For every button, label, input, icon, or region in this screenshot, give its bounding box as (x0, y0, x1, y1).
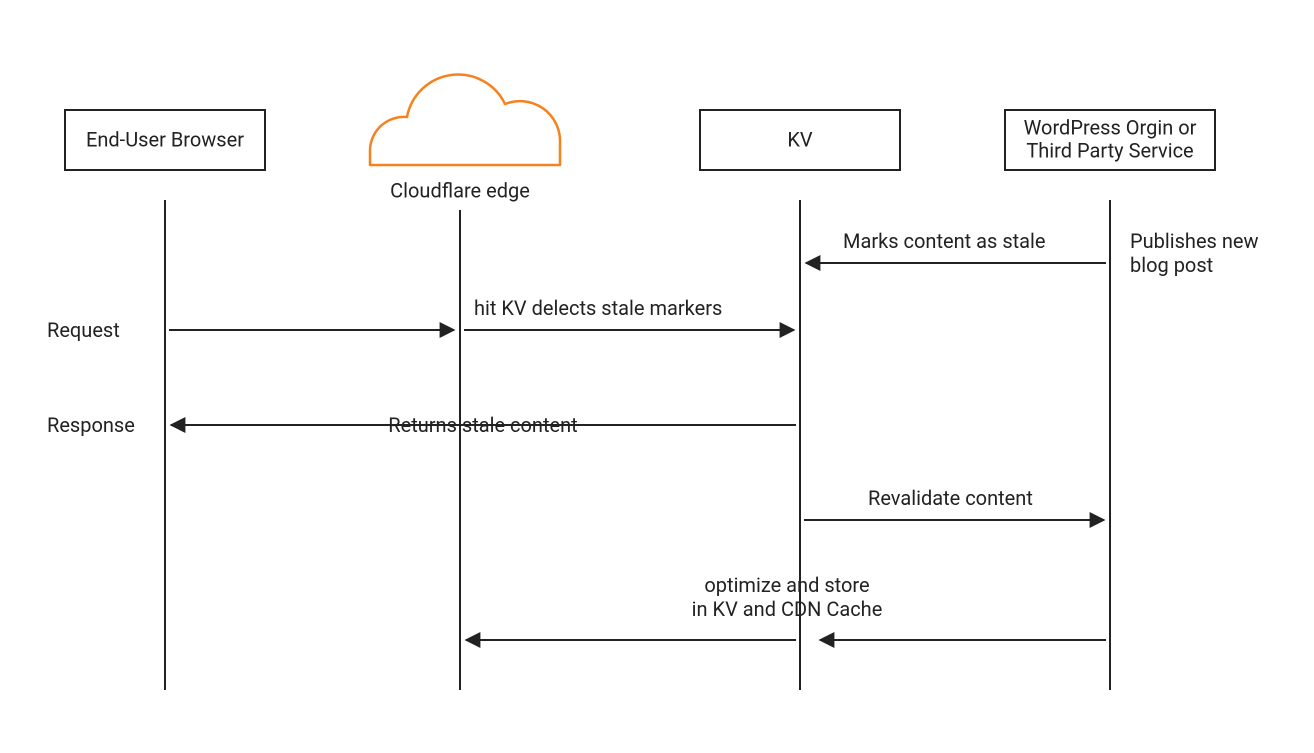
message-marks-stale: Marks content as stale Publishes new blo… (806, 229, 1259, 277)
participant-edge: Cloudflare edge (370, 75, 560, 690)
message-marks-stale-label: Marks content as stale (843, 229, 1046, 253)
participant-origin: WordPress Orgin or Third Party Service (1005, 110, 1215, 690)
participant-kv-label: KV (787, 127, 813, 151)
participant-origin-label-l2: Third Party Service (1026, 138, 1193, 162)
participant-browser: End-User Browser (65, 110, 265, 690)
message-revalidate: Revalidate content (804, 486, 1104, 520)
message-hit-kv: hit KV delects stale markers (464, 296, 794, 330)
participant-edge-label: Cloudflare edge (390, 178, 530, 202)
cloud-icon (370, 75, 560, 165)
message-response: Response Returns stale content (47, 413, 796, 437)
side-label-response: Response (47, 413, 135, 437)
annotation-publish-l2: blog post (1130, 253, 1213, 277)
sequence-diagram: End-User Browser Cloudflare edge KV Word… (0, 0, 1314, 753)
annotation-publish-l1: Publishes new (1130, 229, 1259, 253)
participant-browser-label: End-User Browser (86, 127, 244, 151)
message-hit-kv-label: hit KV delects stale markers (474, 296, 722, 320)
side-label-request: Request (47, 318, 120, 342)
message-optimize: optimize and store in KV and CDN Cache (466, 573, 1106, 640)
message-optimize-l2: in KV and CDN Cache (692, 597, 883, 621)
message-request: Request (47, 318, 454, 342)
message-optimize-l1: optimize and store (704, 573, 869, 597)
message-revalidate-label: Revalidate content (868, 486, 1033, 510)
message-returns-stale-label: Returns stale content (388, 413, 577, 437)
participant-origin-label-l1: WordPress Orgin or (1024, 115, 1197, 139)
